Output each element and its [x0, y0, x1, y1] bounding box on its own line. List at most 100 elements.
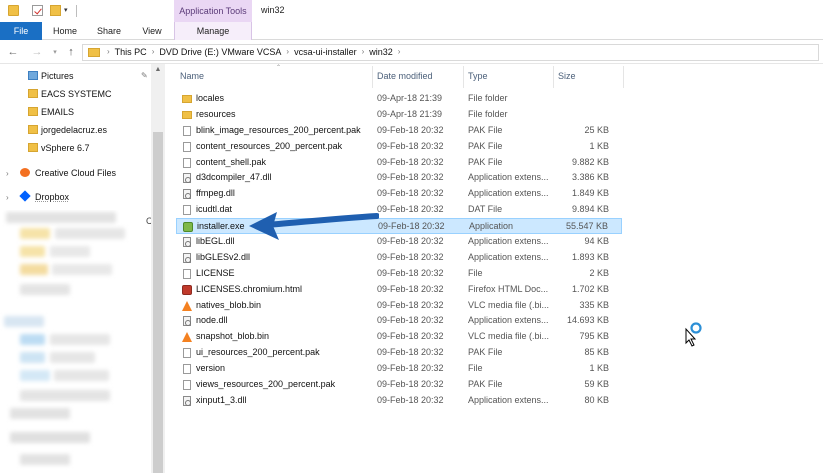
- file-row[interactable]: content_resources_200_percent.pak 09-Feb-…: [176, 139, 622, 155]
- sidebar-item-dropbox[interactable]: › Dropbox: [0, 189, 150, 205]
- dll-file-icon: [183, 189, 191, 200]
- file-name: LICENSES.chromium.html: [196, 283, 303, 294]
- tab-manage[interactable]: Manage: [174, 22, 252, 40]
- sidebar-item-creative-cloud[interactable]: › Creative Cloud Files: [0, 165, 150, 181]
- file-date-modified: 09-Feb-18 20:32: [377, 236, 444, 247]
- address-box[interactable]: › This PC › DVD Drive (E:) VMware VCSA ›…: [82, 44, 819, 61]
- column-header-size[interactable]: Size: [558, 71, 576, 81]
- file-size: 85 KB: [584, 347, 609, 358]
- file-type: File: [468, 363, 483, 374]
- folder-icon: [28, 107, 38, 116]
- file-name: locales: [196, 93, 225, 103]
- file-type: Application extens...: [468, 394, 549, 405]
- breadcrumb-win32[interactable]: win32: [366, 47, 396, 57]
- file-date-modified: 09-Feb-18 20:32: [378, 221, 445, 232]
- chevron-right-icon[interactable]: ›: [105, 47, 112, 57]
- file-name: content_shell.pak: [196, 156, 267, 167]
- file-row[interactable]: natives_blob.bin 09-Feb-18 20:32 VLC media…: [176, 298, 622, 314]
- file-row[interactable]: d3dcompiler_47.dll 09-Feb-18 20:32 Applica…: [176, 170, 622, 186]
- chevron-right-icon[interactable]: ›: [396, 47, 403, 57]
- scrollbar-thumb[interactable]: [153, 132, 163, 473]
- breadcrumb-this-pc[interactable]: This PC: [112, 47, 150, 57]
- file-row[interactable]: content_shell.pak 09-Feb-18 20:32 PAK File…: [176, 155, 622, 171]
- file-row[interactable]: LICENSES.chromium.html 09-Feb-18 20:32 Fir…: [176, 282, 622, 298]
- tab-home[interactable]: Home: [44, 22, 86, 40]
- file-row[interactable]: resources 09-Apr-18 21:39 File folder: [176, 107, 622, 123]
- file-row[interactable]: views_resources_200_percent.pak 09-Feb-18…: [176, 377, 622, 393]
- tab-share[interactable]: Share: [88, 22, 130, 40]
- window-title: win32: [261, 5, 285, 15]
- file-date-modified: 09-Feb-18 20:32: [377, 299, 444, 310]
- file-row[interactable]: LICENSE 09-Feb-18 20:32 File 2 KB: [176, 266, 622, 282]
- tab-view[interactable]: View: [132, 22, 172, 40]
- file-icon: [183, 205, 191, 216]
- file-name: node.dll: [196, 315, 228, 326]
- breadcrumb-dvd-drive[interactable]: DVD Drive (E:) VMware VCSA: [156, 47, 284, 57]
- file-row[interactable]: xinput1_3.dll 09-Feb-18 20:32 Application …: [176, 393, 622, 409]
- sidebar-item-jorgedelacruz[interactable]: jorgedelacruz.es: [0, 122, 150, 138]
- tab-file[interactable]: File: [0, 22, 42, 40]
- chevron-right-icon[interactable]: ›: [360, 47, 367, 57]
- file-row[interactable]: node.dll 09-Feb-18 20:32 Application exten…: [176, 313, 622, 329]
- file-row[interactable]: icudtl.dat 09-Feb-18 20:32 DAT File 9.894 K…: [176, 202, 622, 218]
- folder-icon[interactable]: [8, 5, 19, 16]
- file-row[interactable]: libGLESv2.dll 09-Feb-18 20:32 Application …: [176, 250, 622, 266]
- file-row[interactable]: installer.exe 09-Feb-18 20:32 Application 5…: [176, 218, 622, 235]
- column-divider[interactable]: [463, 66, 464, 88]
- up-arrow-icon[interactable]: ↑: [64, 45, 78, 59]
- column-divider[interactable]: [372, 66, 373, 88]
- sidebar-item-label: EACS SYSTEMC: [41, 89, 112, 99]
- file-row[interactable]: snapshot_blob.bin 09-Feb-18 20:32 VLC medi…: [176, 329, 622, 345]
- column-divider[interactable]: [623, 66, 624, 88]
- file-name: ui_resources_200_percent.pak: [196, 347, 320, 358]
- column-header-type[interactable]: Type: [468, 71, 488, 81]
- folder-icon: [28, 143, 38, 152]
- column-headers: ⌃ Name Date modified Type Size: [166, 64, 823, 90]
- file-row[interactable]: ui_resources_200_percent.pak 09-Feb-18 20…: [176, 345, 622, 361]
- vlc-media-icon: [182, 300, 192, 311]
- pin-icon[interactable]: ✎: [141, 71, 148, 80]
- sidebar-item-vsphere[interactable]: vSphere 6.7: [0, 140, 150, 156]
- properties-check-icon[interactable]: [32, 5, 43, 16]
- file-row[interactable]: version 09-Feb-18 20:32 File 1 KB: [176, 361, 622, 377]
- column-header-date[interactable]: Date modified: [377, 71, 433, 81]
- sidebar-item-emails[interactable]: EMAILS: [0, 104, 150, 120]
- file-name: installer.exe: [197, 221, 245, 232]
- sidebar-item-label: jorgedelacruz.es: [41, 125, 108, 135]
- chevron-right-icon[interactable]: ›: [284, 47, 291, 57]
- file-size: 94 KB: [584, 236, 609, 247]
- file-name: resources: [196, 108, 236, 119]
- sidebar-item-label: Dropbox: [35, 192, 70, 202]
- file-row[interactable]: locales 09-Apr-18 21:39 File folder: [176, 91, 622, 107]
- scroll-up-arrow-icon[interactable]: ▲: [151, 66, 165, 76]
- file-icon: [183, 348, 191, 359]
- column-divider[interactable]: [553, 66, 554, 88]
- customize-toolbar-dropdown-icon[interactable]: ▾: [64, 6, 72, 14]
- recent-locations-chevron-icon[interactable]: ▾: [48, 45, 62, 59]
- expand-chevron-icon[interactable]: ›: [6, 193, 9, 202]
- expand-chevron-icon[interactable]: ›: [6, 169, 9, 178]
- file-type: Application extens...: [468, 315, 549, 326]
- file-icon: [183, 141, 191, 152]
- file-date-modified: 09-Feb-18 20:32: [377, 315, 444, 326]
- column-header-name[interactable]: Name: [180, 71, 204, 81]
- file-row[interactable]: libEGL.dll 09-Feb-18 20:32 Application ext…: [176, 234, 622, 250]
- new-folder-icon[interactable]: [50, 5, 61, 16]
- file-type: Firefox HTML Doc...: [468, 283, 549, 294]
- forward-arrow-icon[interactable]: →: [30, 45, 44, 59]
- file-type: PAK File: [468, 124, 503, 135]
- back-arrow-icon[interactable]: ←: [6, 45, 20, 59]
- sidebar-item-pictures[interactable]: Pictures ✎: [0, 68, 150, 84]
- navigation-scrollbar[interactable]: ▲: [151, 64, 165, 473]
- file-row[interactable]: ffmpeg.dll 09-Feb-18 20:32 Application ext…: [176, 186, 622, 202]
- file-type: DAT File: [468, 204, 503, 215]
- file-row[interactable]: blink_image_resources_200_percent.pak 09-…: [176, 123, 622, 139]
- navigation-pane: Pictures ✎ EACS SYSTEMC EMAILS jorgedela…: [0, 64, 165, 473]
- file-type: PAK File: [468, 140, 503, 151]
- dll-file-icon: [183, 252, 191, 263]
- file-size: 795 KB: [579, 331, 609, 342]
- breadcrumb-vcsa-ui-installer[interactable]: vcsa-ui-installer: [291, 47, 360, 57]
- sidebar-item-eacs-systemc[interactable]: EACS SYSTEMC: [0, 86, 150, 102]
- chevron-right-icon[interactable]: ›: [150, 47, 157, 57]
- file-name: natives_blob.bin: [196, 299, 262, 310]
